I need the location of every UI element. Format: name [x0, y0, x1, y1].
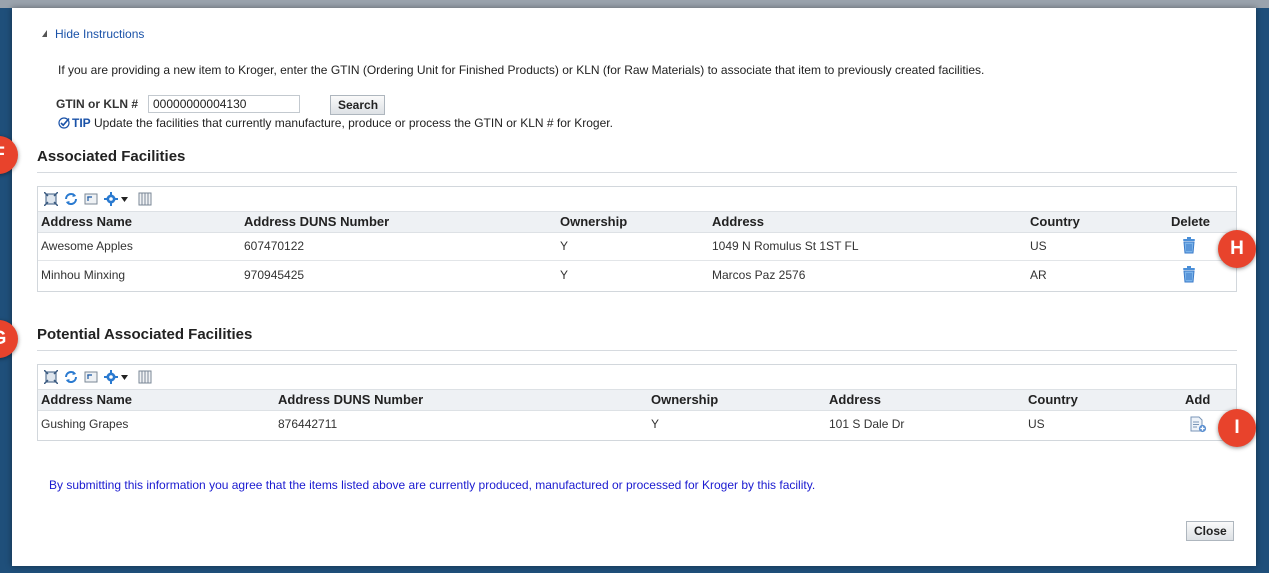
dropdown-icon[interactable] — [120, 370, 129, 384]
agreement-text: By submitting this information you agree… — [49, 478, 816, 492]
dialog-panel: Hide Instructions If you are providing a… — [12, 8, 1256, 566]
add-facility-icon[interactable] — [1190, 416, 1207, 433]
dropdown-icon[interactable] — [120, 192, 129, 206]
table-header: Address Name Address DUNS Number Ownersh… — [38, 211, 1236, 233]
cell-address-name: Minhou Minxing — [41, 268, 126, 282]
delete-trash-icon[interactable] — [1182, 266, 1196, 283]
column-header-delete[interactable]: Delete — [1171, 214, 1210, 229]
detach-icon[interactable] — [44, 192, 58, 206]
cell-duns: 876442711 — [278, 417, 338, 431]
column-header-address-name[interactable]: Address Name — [41, 392, 132, 407]
search-button[interactable]: Search — [330, 95, 385, 115]
tip-text: Update the facilities that currently man… — [90, 116, 613, 130]
collapse-triangle-icon — [42, 30, 47, 38]
cell-ownership: Y — [560, 239, 569, 253]
associated-facilities-title: Associated Facilities — [37, 148, 186, 165]
close-button[interactable]: Close — [1186, 521, 1234, 541]
gtin-input[interactable] — [148, 95, 300, 113]
column-header-ownership[interactable]: Ownership — [560, 214, 627, 229]
gtin-label: GTIN or KLN # — [56, 97, 139, 111]
instructions-text: If you are providing a new item to Kroge… — [58, 63, 985, 77]
table-toolbar — [38, 187, 1236, 211]
cell-duns: 607470122 — [244, 239, 305, 253]
hide-instructions-label: Hide Instructions — [55, 27, 145, 41]
cell-duns: 970945425 — [244, 268, 305, 282]
column-header-duns[interactable]: Address DUNS Number — [244, 214, 389, 229]
gear-icon[interactable] — [104, 370, 118, 384]
cell-address: 101 S Dale Dr — [829, 417, 905, 431]
cell-country: US — [1030, 239, 1047, 253]
column-header-country[interactable]: Country — [1028, 392, 1078, 407]
reset-icon[interactable] — [84, 192, 98, 206]
column-header-duns[interactable]: Address DUNS Number — [278, 392, 423, 407]
section-divider — [37, 172, 1237, 173]
gear-icon[interactable] — [104, 192, 118, 206]
callout-badge-i: I — [1218, 409, 1256, 447]
table-header: Address Name Address DUNS Number Ownersh… — [38, 389, 1236, 411]
associated-facilities-table: Address Name Address DUNS Number Ownersh… — [37, 186, 1237, 292]
cell-address: 1049 N Romulus St 1ST FL — [712, 239, 859, 253]
detach-icon[interactable] — [44, 370, 58, 384]
column-header-country[interactable]: Country — [1030, 214, 1080, 229]
column-header-address-name[interactable]: Address Name — [41, 214, 132, 229]
freeze-columns-icon[interactable] — [138, 370, 152, 384]
tip-line: TIP Update the facilities that currently… — [58, 116, 613, 130]
column-header-address[interactable]: Address — [829, 392, 881, 407]
table-row[interactable]: Gushing Grapes 876442711 Y 101 S Dale Dr… — [38, 410, 1236, 438]
cell-address: Marcos Paz 2576 — [712, 268, 806, 282]
tip-word: TIP — [72, 116, 91, 130]
callout-badge-h: H — [1218, 230, 1256, 268]
potential-facilities-table: Address Name Address DUNS Number Ownersh… — [37, 364, 1237, 441]
column-header-ownership[interactable]: Ownership — [651, 392, 718, 407]
column-header-add[interactable]: Add — [1185, 392, 1210, 407]
refresh-icon[interactable] — [64, 192, 78, 206]
potential-facilities-title: Potential Associated Facilities — [37, 326, 253, 343]
delete-trash-icon[interactable] — [1182, 237, 1196, 254]
table-row[interactable]: Awesome Apples 607470122 Y 1049 N Romulu… — [38, 232, 1236, 261]
table-toolbar — [38, 365, 1236, 389]
section-divider — [37, 350, 1237, 351]
freeze-columns-icon[interactable] — [138, 192, 152, 206]
window-frame — [0, 0, 1269, 8]
reset-icon[interactable] — [84, 370, 98, 384]
table-row[interactable]: Minhou Minxing 970945425 Y Marcos Paz 25… — [38, 261, 1236, 289]
tip-check-icon — [58, 117, 70, 129]
cell-country: US — [1028, 417, 1045, 431]
cell-address-name: Awesome Apples — [41, 239, 133, 253]
hide-instructions-link[interactable]: Hide Instructions — [42, 27, 144, 41]
refresh-icon[interactable] — [64, 370, 78, 384]
cell-country: AR — [1030, 268, 1047, 282]
column-header-address[interactable]: Address — [712, 214, 764, 229]
cell-address-name: Gushing Grapes — [41, 417, 129, 431]
cell-ownership: Y — [651, 417, 660, 431]
cell-ownership: Y — [560, 268, 569, 282]
